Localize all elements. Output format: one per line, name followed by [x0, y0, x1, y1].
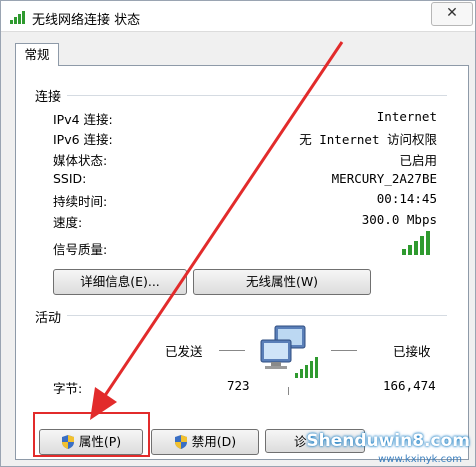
status-dialog: 无线网络连接 状态 ✕ 常规 连接 IPv4 连接: Internet IPv6… — [0, 0, 476, 467]
sent-line — [219, 350, 245, 351]
duration-label: 持续时间: — [53, 194, 108, 209]
sent-label: 已发送 — [165, 344, 203, 359]
ssid-value: MERCURY_2A27BE — [331, 171, 437, 186]
connection-heading: 连接 — [35, 90, 62, 105]
watermark-url: www.kxinyk.com — [378, 454, 462, 465]
bytes-received-value: 166,474 — [383, 378, 436, 393]
wireless-properties-button[interactable]: 无线属性(W) — [193, 269, 371, 295]
bytes-label: 字节: — [53, 381, 83, 396]
ipv6-label: IPv6 连接: — [53, 132, 113, 147]
ipv4-value: Internet — [376, 109, 437, 124]
signal-bars-icon — [402, 231, 430, 255]
close-button[interactable]: ✕ — [431, 2, 473, 26]
speed-label: 速度: — [53, 215, 83, 230]
activity-connector — [288, 387, 289, 395]
disable-button[interactable]: 禁用(D) — [151, 429, 259, 455]
annotation-highlight-box — [33, 412, 150, 457]
wireless-signal-icon — [10, 11, 25, 24]
uac-shield-icon — [174, 435, 187, 449]
activity-heading: 活动 — [35, 311, 62, 326]
ipv4-label: IPv4 连接: — [53, 112, 113, 127]
tab-general[interactable]: 常规 — [15, 43, 59, 66]
watermark-logo: Shenduwin8.com — [306, 431, 470, 451]
network-computers-icon — [260, 325, 318, 378]
ssid-label: SSID: — [53, 171, 87, 186]
received-label: 已接收 — [393, 344, 431, 359]
connection-divider — [67, 95, 447, 96]
details-button[interactable]: 详细信息(E)... — [53, 269, 187, 295]
signal-quality-label: 信号质量: — [53, 242, 108, 257]
bytes-sent-value: 723 — [227, 378, 250, 393]
close-icon: ✕ — [446, 5, 458, 21]
disable-label: 禁用(D) — [191, 434, 237, 449]
window-title: 无线网络连接 状态 — [32, 13, 141, 28]
media-state-label: 媒体状态: — [53, 153, 108, 168]
ipv6-value: 无 Internet 访问权限 — [299, 132, 437, 147]
duration-value: 00:14:45 — [376, 191, 437, 206]
received-line — [331, 350, 357, 351]
activity-divider — [67, 315, 447, 316]
title-bar: 无线网络连接 状态 ✕ — [1, 1, 475, 32]
media-state-value: 已启用 — [399, 153, 437, 168]
speed-value: 300.0 Mbps — [361, 212, 437, 227]
